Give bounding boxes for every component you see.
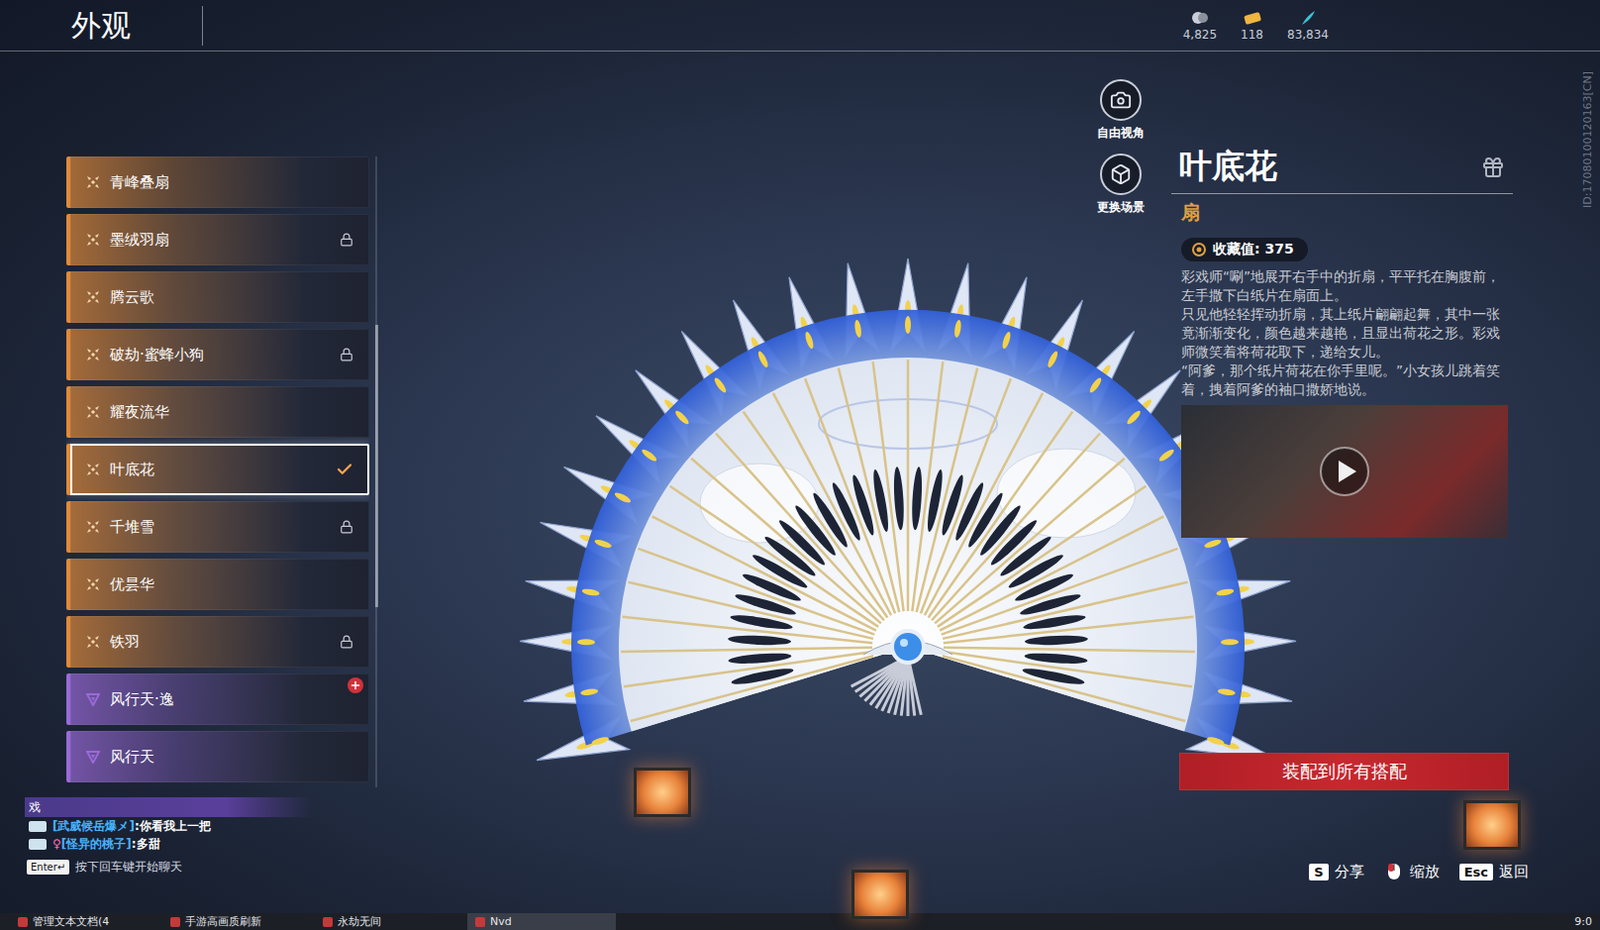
- taskbar-item[interactable]: 管理文本文档(4: [9, 912, 159, 930]
- check-icon: [335, 460, 354, 479]
- equip-all-button[interactable]: 装配到所有搭配: [1179, 752, 1509, 791]
- taskbar-item[interactable]: Nvd: [467, 912, 616, 930]
- channel-icon: [28, 820, 47, 832]
- tool-button[interactable]: 更换场景: [1097, 153, 1145, 216]
- video-thumbnail[interactable]: [1181, 404, 1508, 538]
- lantern: [633, 767, 692, 817]
- appearance-list: 青峰叠扇墨绒羽扇腾云歌破劫·蜜蜂小狗耀夜流华叶底花千堆雪优昙华铁羽风行天·逸风行…: [66, 148, 397, 788]
- rarity-icon: [86, 634, 100, 649]
- scrollbar[interactable]: [375, 156, 378, 788]
- taskbar: 管理文本文档(4手游高画质刷新永劫无间Nvd 9:0: [0, 912, 1600, 930]
- taskbar-item[interactable]: 永劫无间: [314, 912, 464, 930]
- rarity-icon: [86, 519, 100, 534]
- player-id: ID:17080100120163[CN]: [1581, 71, 1595, 208]
- lock-icon: [339, 232, 354, 247]
- rarity-icon: [86, 577, 100, 592]
- list-item[interactable]: 腾云歌: [66, 271, 370, 323]
- lock-icon: [339, 634, 354, 649]
- rarity-icon: [86, 692, 100, 706]
- app-icon: [322, 916, 333, 927]
- list-item[interactable]: 优昙华: [66, 558, 370, 610]
- list-item[interactable]: 风行天·逸: [66, 673, 370, 725]
- key-hints: S分享缩放 Esc返回: [1085, 851, 1529, 892]
- currency: 83,834: [1287, 9, 1329, 42]
- collection-icon: [1191, 241, 1207, 258]
- list-item[interactable]: 耀夜流华: [66, 386, 370, 438]
- collection-value: 收藏值: 375: [1181, 237, 1308, 262]
- lock-icon: [339, 519, 354, 534]
- list-item[interactable]: 风行天: [66, 730, 370, 783]
- scroll-thumb[interactable]: [375, 324, 379, 607]
- key-hint[interactable]: 缩放: [1384, 861, 1440, 882]
- item-type: 扇: [1171, 194, 1513, 226]
- rarity-icon: [86, 462, 100, 477]
- new-badge: [347, 677, 364, 694]
- key-hint[interactable]: S分享: [1308, 862, 1364, 882]
- play-icon: [1318, 445, 1371, 498]
- currency: 4,825: [1183, 9, 1217, 42]
- chat-message: [武威候岳爆メ]:你看我上一把: [24, 816, 312, 835]
- rarity-icon: [86, 290, 100, 304]
- list-item[interactable]: 破劫·蜜蜂小狗: [66, 328, 370, 381]
- list-item[interactable]: 叶底花: [66, 443, 370, 496]
- app: 外观 4,825 118 83,834 ID:17080100120163[CN] 青峰叠…: [0, 0, 1600, 930]
- rarity-icon: [86, 232, 100, 247]
- list-item[interactable]: 铁羽: [66, 615, 370, 668]
- list-item[interactable]: 青峰叠扇: [66, 156, 370, 208]
- tool-button[interactable]: 自由视角: [1097, 79, 1145, 142]
- currency: 118: [1240, 9, 1264, 42]
- app-icon: [170, 916, 181, 927]
- game-screen: 外观 4,825 118 83,834 ID:17080100120163[CN] 青峰叠…: [0, 0, 1600, 913]
- coin-icon: [1190, 9, 1210, 26]
- lantern: [1463, 800, 1521, 850]
- scene-icon: [1109, 163, 1132, 186]
- page-title: 外观: [71, 5, 203, 46]
- rarity-icon: [86, 175, 100, 190]
- preview-area: [396, 51, 1086, 913]
- chat-channel[interactable]: 戏: [24, 797, 312, 817]
- chat-hint[interactable]: Enter↵按下回车键开始聊天: [24, 858, 312, 876]
- currencies: 4,825 118 83,834: [1183, 9, 1329, 42]
- enter-key: Enter↵: [26, 859, 70, 875]
- ticket-icon: [1242, 9, 1263, 26]
- mouse-icon: [1384, 861, 1404, 882]
- left-column: 青峰叠扇墨绒羽扇腾云歌破劫·蜜蜂小狗耀夜流华叶底花千堆雪优昙华铁羽风行天·逸风行…: [0, 51, 397, 913]
- gift-icon[interactable]: [1481, 155, 1505, 180]
- rarity-icon: [86, 347, 100, 362]
- list-item[interactable]: 千堆雪: [66, 500, 370, 553]
- chat-box: 戏[武威候岳爆メ]:你看我上一把♀[怪异的桃子]:多甜 Enter↵按下回车键开始…: [24, 797, 312, 876]
- top-bar: 外观 4,825 118 83,834: [0, 0, 1600, 52]
- feather-icon: [1298, 9, 1318, 26]
- lantern: [851, 869, 909, 919]
- taskbar-item[interactable]: 手游高画质刷新: [162, 912, 311, 930]
- chat-message: ♀[怪异的桃子]:多甜: [24, 834, 312, 853]
- app-icon: [17, 916, 28, 927]
- item-title: 叶底花: [1179, 144, 1278, 190]
- channel-icon: [28, 838, 47, 850]
- clock: 9:0: [1574, 914, 1593, 928]
- item-description: 彩戏师“唰”地展开右手中的折扇，平平托在胸腹前，左手撒下白纸片在扇面上。只见他轻…: [1171, 267, 1513, 400]
- app-icon: [475, 916, 486, 927]
- key-hint[interactable]: Esc返回: [1459, 862, 1529, 882]
- rarity-icon: [86, 404, 100, 419]
- plus-icon: [349, 679, 362, 692]
- body: 青峰叠扇墨绒羽扇腾云歌破劫·蜜蜂小狗耀夜流华叶底花千堆雪优昙华铁羽风行天·逸风行…: [0, 51, 1600, 913]
- list-viewport[interactable]: 青峰叠扇墨绒羽扇腾云歌破劫·蜜蜂小狗耀夜流华叶底花千堆雪优昙华铁羽风行天·逸风行…: [66, 148, 370, 788]
- detail-panel: 叶底花扇收藏值: 375 彩戏师“唰”地展开右手中的折扇，平平托在胸腹前，左手撒下…: [1171, 51, 1513, 852]
- camera-icon: [1109, 89, 1132, 111]
- right-column: 自由视角更换场景叶底花扇收藏值: 375 彩戏师“唰”地展开右手中的折扇，平平托在…: [1085, 51, 1600, 913]
- rarity-icon: [86, 749, 100, 764]
- tools: 自由视角更换场景: [1085, 51, 1157, 852]
- list-item[interactable]: 墨绒羽扇: [66, 213, 370, 266]
- lock-icon: [339, 347, 354, 362]
